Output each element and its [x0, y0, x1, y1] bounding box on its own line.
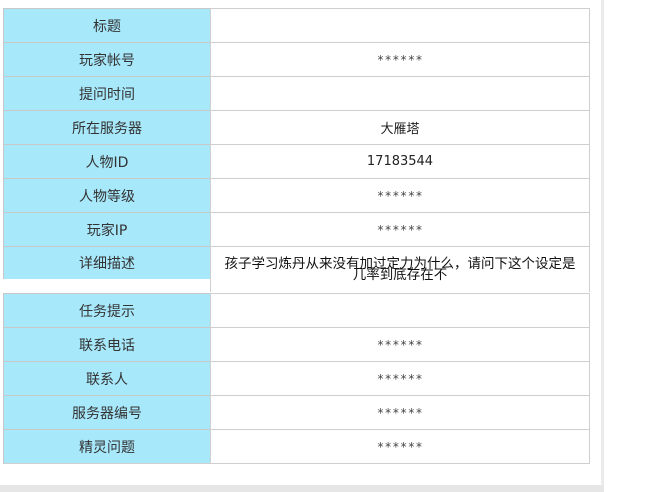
value-contact-phone: ******	[210, 327, 590, 361]
row-ask-time: 提问时间	[3, 76, 590, 110]
label-player-account: 玩家帐号	[3, 42, 211, 76]
label-server-number: 服务器编号	[3, 395, 211, 429]
row-contact-person: 联系人 ******	[3, 361, 590, 395]
row-character-level: 人物等级 ******	[3, 178, 590, 212]
value-server: 大雁塔	[210, 110, 590, 144]
label-ask-time: 提问时间	[3, 76, 211, 110]
label-sprite-question: 精灵问题	[3, 429, 211, 464]
ticket-detail-page: 标题 玩家帐号 ****** 提问时间 所在服务器 大雁塔 人物ID 17183…	[0, 0, 646, 492]
label-task-hint: 任务提示	[3, 293, 211, 327]
value-contact-person: ******	[210, 361, 590, 395]
row-task-hint: 任务提示	[3, 293, 590, 327]
label-character-id: 人物ID	[3, 144, 211, 178]
row-description: 详细描述 孩子学习炼丹从来没有加过定力为什么，请问下这个设定是几率到底存在不	[3, 246, 590, 293]
value-title	[210, 8, 590, 42]
description-text: 孩子学习炼丹从来没有加过定力为什么，请问下这个设定是几率到底存在不	[224, 255, 576, 283]
value-player-account: ******	[210, 42, 590, 76]
row-server-number: 服务器编号 ******	[3, 395, 590, 429]
row-sprite-question: 精灵问题 ******	[3, 429, 590, 464]
row-player-ip: 玩家IP ******	[3, 212, 590, 246]
page-right-edge	[601, 0, 604, 492]
row-contact-phone: 联系电话 ******	[3, 327, 590, 361]
row-player-account: 玩家帐号 ******	[3, 42, 590, 76]
label-contact-person: 联系人	[3, 361, 211, 395]
horizontal-scrollbar[interactable]	[0, 485, 604, 492]
value-character-level: ******	[210, 178, 590, 212]
row-character-id: 人物ID 17183544	[3, 144, 590, 178]
value-task-hint	[210, 293, 590, 327]
row-title: 标题	[3, 8, 590, 42]
label-contact-phone: 联系电话	[3, 327, 211, 361]
label-title: 标题	[3, 8, 211, 42]
value-ask-time	[210, 76, 590, 110]
value-description: 孩子学习炼丹从来没有加过定力为什么，请问下这个设定是几率到底存在不	[210, 246, 590, 292]
label-description: 详细描述	[3, 246, 211, 279]
label-player-ip: 玩家IP	[3, 212, 211, 246]
label-character-level: 人物等级	[3, 178, 211, 212]
value-player-ip: ******	[210, 212, 590, 246]
value-server-number: ******	[210, 395, 590, 429]
ticket-detail-table: 标题 玩家帐号 ****** 提问时间 所在服务器 大雁塔 人物ID 17183…	[3, 8, 590, 464]
label-server: 所在服务器	[3, 110, 211, 144]
row-server: 所在服务器 大雁塔	[3, 110, 590, 144]
label-gap	[3, 279, 211, 293]
value-sprite-question: ******	[210, 429, 590, 464]
value-character-id: 17183544	[210, 144, 590, 178]
